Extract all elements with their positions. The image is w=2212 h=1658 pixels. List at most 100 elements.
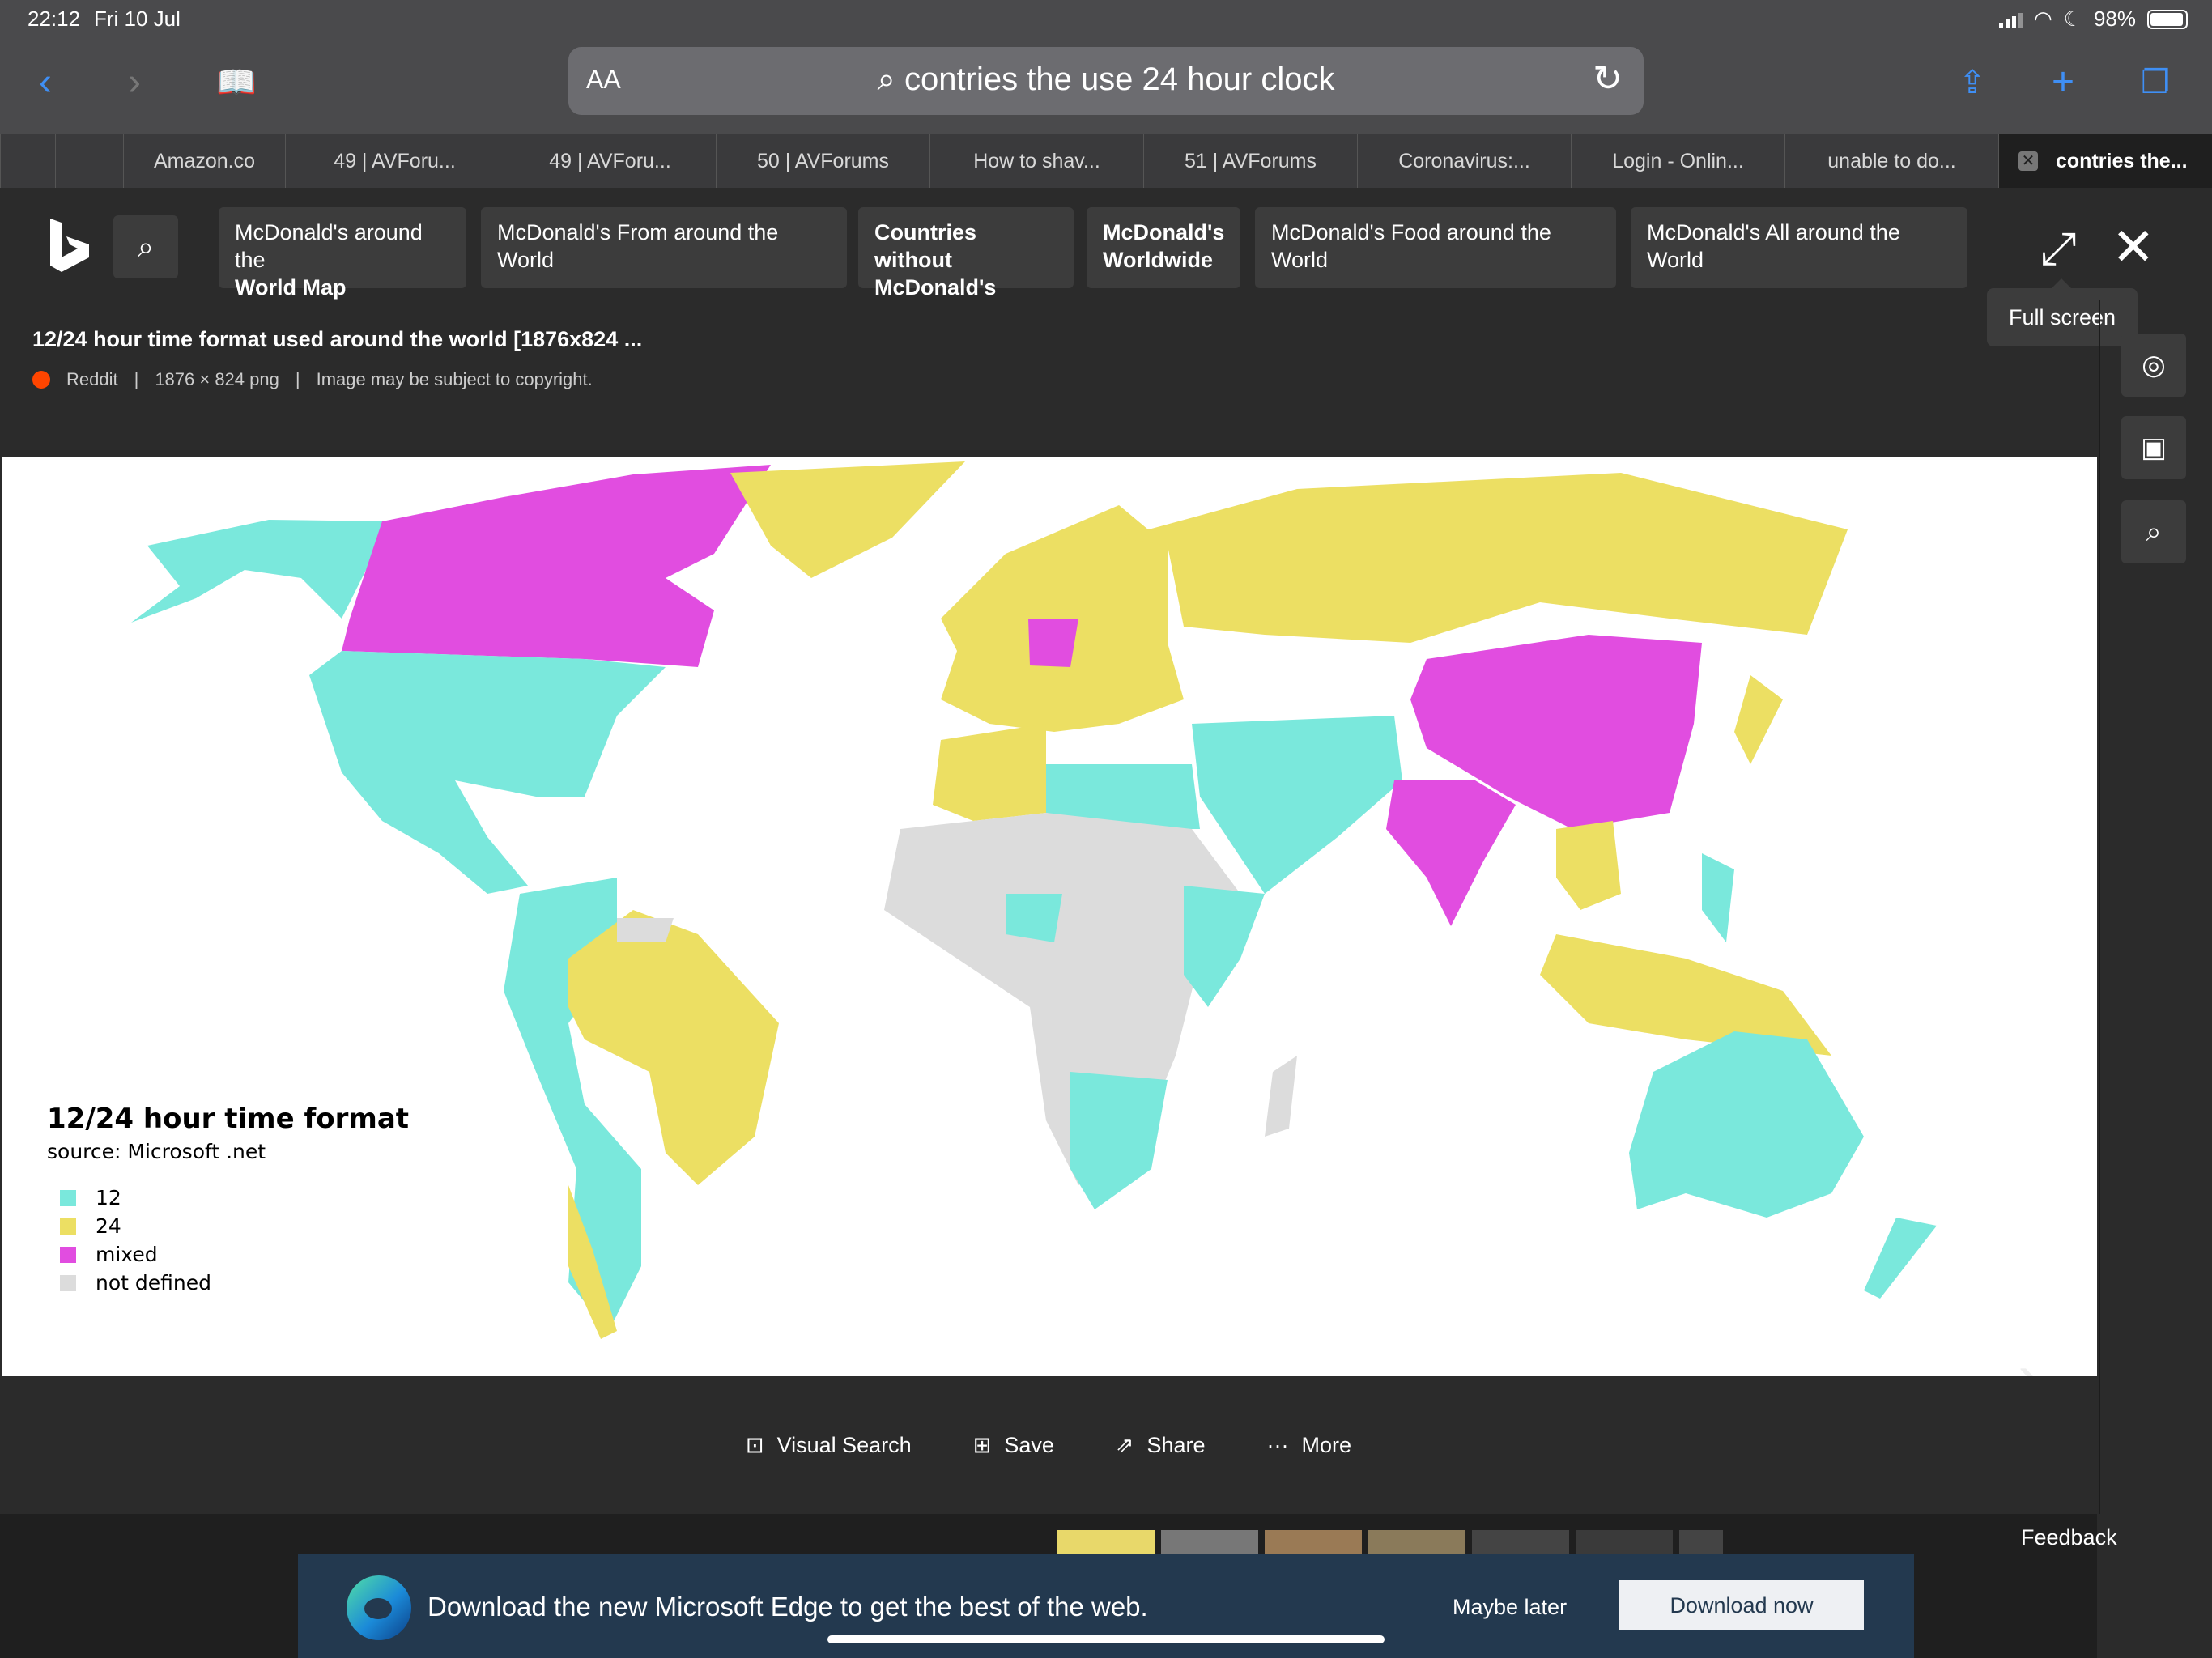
share-icon[interactable]: ⇪ [1948,58,1997,107]
country-south-africa [1070,1072,1168,1209]
tab[interactable]: Amazon.co [123,134,285,188]
tab[interactable]: 51 | AVForums [1143,134,1357,188]
image-title[interactable]: 12/24 hour time format used around the w… [32,327,642,352]
maybe-later-button[interactable]: Maybe later [1453,1595,1567,1620]
bookmarks-icon[interactable]: 📖 [212,58,261,107]
address-bar[interactable]: AA ⌕ contries the use 24 hour clock ↻ [568,47,1644,115]
legend-label: not defined [96,1271,211,1295]
reload-icon[interactable]: ↻ [1593,58,1623,100]
country-germany [1028,619,1078,667]
legend-swatch [60,1246,76,1263]
address-query[interactable]: contries the use 24 hour clock [904,62,1334,97]
action-label: Visual Search [776,1433,912,1457]
tab[interactable]: 50 | AVForums [716,134,929,188]
related-chip[interactable]: McDonald's All around the World [1631,207,1967,288]
chip-line: McDonald's From around the World [497,220,779,272]
close-tab-icon[interactable]: ✕ [2018,151,2038,171]
legend-swatch [60,1218,76,1235]
more-button[interactable]: ··· More [1267,1433,1352,1458]
tab[interactable]: How to shav... [929,134,1143,188]
separator: | [295,369,300,389]
related-chip[interactable]: McDonald's around the World Map [219,207,466,300]
edge-logo-icon [347,1575,411,1640]
bing-header: ⌕ McDonald's around the World Map McDonal… [0,188,2212,300]
tab[interactable]: Coronavirus:... [1357,134,1571,188]
battery-icon [2147,9,2188,29]
image-icon[interactable]: ▣ [2121,416,2186,479]
legend-swatch [60,1274,76,1291]
country-madagascar [1265,1056,1297,1137]
legend-label: 12 [96,1186,121,1209]
moon-icon: ☾ [2063,6,2082,31]
country-alaska [131,520,390,623]
tab[interactable] [0,134,55,188]
legend-label: 24 [96,1214,121,1238]
country-australia [1629,1031,1864,1218]
tab[interactable]: Login - Onlin... [1571,134,1784,188]
status-time: 22:12 [28,6,81,31]
tab[interactable]: 49 | AVForu... [285,134,504,188]
tab-active[interactable]: ✕ contries the... [1998,134,2212,188]
save-button[interactable]: ⊞ Save [973,1433,1054,1458]
share-button[interactable]: ⇗ Share [1116,1433,1206,1458]
related-chip[interactable]: McDonald's Food around the World [1255,207,1616,288]
region-sub-saharan-africa [884,813,1240,1185]
image-actions: ⊡ Visual Search ⊞ Save ⇗ Share ··· More [0,1433,2097,1458]
wifi-icon: ◠ [2033,6,2052,31]
feedback-link[interactable]: Feedback [2021,1525,2117,1550]
fullscreen-icon[interactable]: ⤢ [2040,222,2077,276]
legend-swatch [60,1189,76,1206]
tab[interactable]: 49 | AVForu... [504,134,716,188]
visual-search-icon: ⊡ [745,1433,764,1457]
chip-line: McDonald's around the [235,220,423,272]
search-icon[interactable]: ⌕ [2121,500,2186,563]
next-image-icon[interactable]: › [2018,1339,2040,1376]
map-source: source: Microsoft .net [47,1140,266,1163]
legend-item: mixed [47,1243,409,1266]
legend-label: mixed [96,1243,158,1266]
tab-bar: Amazon.co 49 | AVForu... 49 | AVForu... … [0,134,2212,188]
image-meta: Reddit | 1876 × 824 png | Image may be s… [32,369,593,390]
bing-logo-icon[interactable] [47,217,92,274]
tab-label: contries the... [2056,149,2188,172]
back-icon[interactable]: ‹ [21,58,70,107]
search-icon: ⌕ [877,62,905,97]
image-size: 1876 × 824 png [155,369,279,389]
country-japan [1734,675,1783,764]
region-southeast-asia [1556,821,1621,910]
legend-item: 12 [47,1186,409,1209]
chip-line-bold: Countries without [874,220,977,272]
status-right: ◠ ☾ 98% [1998,6,2188,32]
new-tab-icon[interactable]: + [2039,58,2087,107]
action-label: Share [1146,1433,1206,1457]
legend-item: 24 [47,1214,409,1238]
home-indicator[interactable] [827,1635,1385,1643]
action-label: More [1301,1433,1352,1457]
chip-line-bold: Worldwide [1103,248,1214,272]
status-bar: 22:12 Fri 10 Jul ◠ ☾ 98% [0,0,2212,39]
country-philippines [1702,853,1734,942]
forward-icon[interactable]: › [110,58,159,107]
search-icon: ⌕ [137,230,155,263]
country-greenland [730,461,965,578]
separator: | [134,369,139,389]
related-chip[interactable]: McDonald's From around the World [481,207,847,288]
cellular-signal-icon [1998,11,2023,28]
download-now-button[interactable]: Download now [1619,1580,1864,1630]
close-icon[interactable]: ✕ [2112,217,2155,278]
chip-line-bold: McDonald's [874,275,997,300]
chip-line-bold: World Map [235,275,347,300]
visual-search-button[interactable]: ⊡ Visual Search [746,1433,912,1458]
chip-line: McDonald's All around the World [1647,220,1900,272]
tabs-overview-icon[interactable]: ❐ [2131,58,2180,107]
map-image[interactable]: 12/24 hour time format source: Microsoft… [2,457,2097,1376]
visual-search-icon[interactable]: ◎ [2121,334,2186,397]
related-chip[interactable]: McDonald's Worldwide [1087,207,1240,288]
related-chip[interactable]: Countries without McDonald's [858,207,1074,300]
image-source[interactable]: Reddit [66,369,118,390]
tab[interactable]: unable to do... [1784,134,1998,188]
share-icon: ⇗ [1115,1433,1134,1457]
map-title: 12/24 hour time format [47,1103,410,1135]
chip-line: McDonald's Food around the World [1271,220,1551,272]
bing-search-button[interactable]: ⌕ [113,215,178,278]
